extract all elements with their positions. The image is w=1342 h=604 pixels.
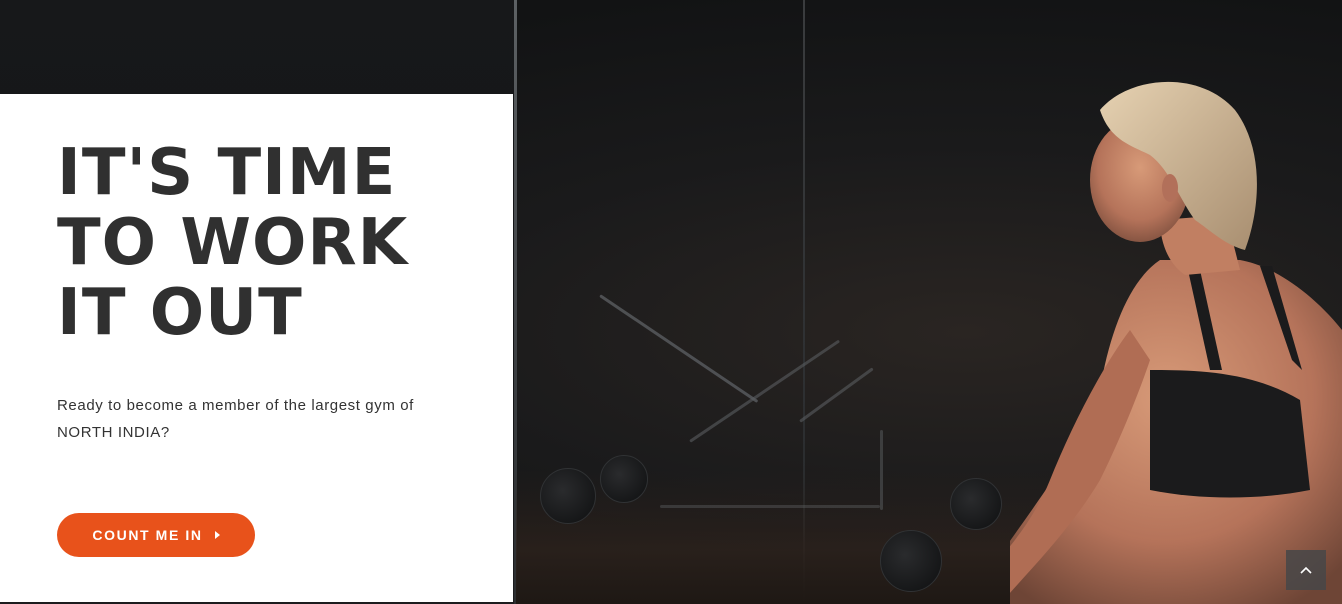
dumbbell: [540, 468, 596, 524]
subtext-line: NORTH INDIA?: [57, 424, 170, 441]
hero-headline: IT'S TIME TO WORK IT OUT: [57, 138, 477, 348]
bench-reflection: [799, 367, 874, 423]
bench-reflection: [660, 505, 880, 508]
bench-reflection: [599, 294, 759, 403]
chevron-up-icon: [1300, 566, 1312, 574]
headline-line: IT'S TIME: [57, 136, 397, 210]
caret-right-icon: [214, 531, 220, 539]
dumbbell: [950, 478, 1002, 530]
count-me-in-button[interactable]: COUNT ME IN: [57, 513, 255, 557]
headline-line: TO WORK: [57, 206, 409, 280]
cta-label: COUNT ME IN: [92, 527, 203, 543]
back-to-top-button[interactable]: [1286, 550, 1326, 590]
subtext-line: Ready to become a member of the largest …: [57, 397, 414, 414]
athlete-figure: [1010, 70, 1342, 604]
dumbbell: [880, 530, 942, 592]
headline-line: IT OUT: [57, 276, 303, 350]
bench-reflection: [880, 430, 883, 510]
hero-card: IT'S TIME TO WORK IT OUT Ready to become…: [0, 94, 513, 602]
dumbbell: [600, 455, 648, 503]
bench-reflection: [689, 339, 841, 443]
hero-section: IT'S TIME TO WORK IT OUT Ready to become…: [0, 0, 1342, 604]
hero-subtext: Ready to become a member of the largest …: [57, 392, 457, 446]
